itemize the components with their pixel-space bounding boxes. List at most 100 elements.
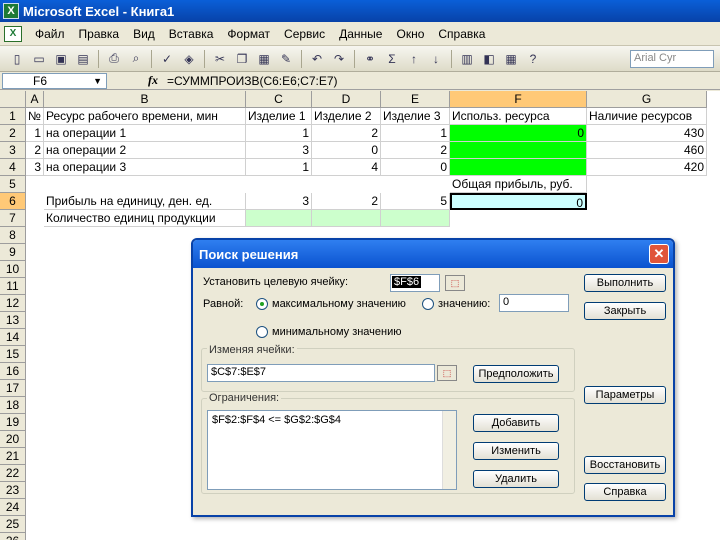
menu-tools[interactable]: Сервис	[277, 27, 332, 41]
row-header[interactable]: 14	[0, 329, 26, 346]
research-icon[interactable]: ◈	[180, 50, 198, 68]
change-constraint-button[interactable]: Изменить	[473, 442, 559, 460]
cell-f6-selected[interactable]: 0	[450, 193, 587, 210]
close-button[interactable]: Закрыть	[584, 302, 666, 320]
radio-min[interactable]	[256, 326, 268, 338]
row-header[interactable]: 5	[0, 176, 26, 193]
row-header[interactable]: 16	[0, 363, 26, 380]
cell-f1[interactable]: Использ. ресурса	[450, 108, 587, 125]
cell-b3[interactable]: на операции 2	[44, 142, 246, 159]
cut-icon[interactable]: ✂	[211, 50, 229, 68]
collapse-dialog-icon[interactable]: ⬚	[437, 365, 457, 381]
cell-g3[interactable]: 460	[587, 142, 707, 159]
cell-b2[interactable]: на операции 1	[44, 125, 246, 142]
row-header[interactable]: 15	[0, 346, 26, 363]
permission-icon[interactable]: ▤	[74, 50, 92, 68]
radio-value[interactable]	[422, 298, 434, 310]
column-header-a[interactable]: A	[26, 91, 44, 108]
cell-c6[interactable]: 3	[246, 193, 312, 210]
row-header[interactable]: 2	[0, 125, 26, 142]
radio-max-label[interactable]: максимальному значению	[272, 298, 406, 310]
print-icon[interactable]: ⎙	[105, 50, 123, 68]
cell-c2[interactable]: 1	[246, 125, 312, 142]
row-header[interactable]: 24	[0, 499, 26, 516]
new-icon[interactable]: ▯	[8, 50, 26, 68]
zoom-icon[interactable]: ▦	[502, 50, 520, 68]
column-header-b[interactable]: B	[44, 91, 246, 108]
row-header[interactable]: 13	[0, 312, 26, 329]
row-header[interactable]: 9	[0, 244, 26, 261]
cell-f5[interactable]: Общая прибыль, руб.	[450, 176, 587, 193]
format-painter-icon[interactable]: ✎	[277, 50, 295, 68]
cell-d6[interactable]: 2	[312, 193, 381, 210]
row-header[interactable]: 1	[0, 108, 26, 125]
constraint-item[interactable]: $F$2:$F$4 <= $G$2:$G$4	[212, 414, 452, 426]
row-header[interactable]: 22	[0, 465, 26, 482]
open-icon[interactable]: ▭	[30, 50, 48, 68]
menu-help[interactable]: Справка	[431, 27, 492, 41]
cell-d1[interactable]: Изделие 2	[312, 108, 381, 125]
redo-icon[interactable]: ↷	[330, 50, 348, 68]
menu-file[interactable]: Файл	[28, 27, 72, 41]
cell-d2[interactable]: 2	[312, 125, 381, 142]
help-icon[interactable]: ?	[524, 50, 542, 68]
sort-descending-icon[interactable]: ↓	[427, 50, 445, 68]
menu-view[interactable]: Вид	[126, 27, 162, 41]
row-header[interactable]: 7	[0, 210, 26, 227]
menu-edit[interactable]: Правка	[72, 27, 127, 41]
solve-button[interactable]: Выполнить	[584, 274, 666, 292]
radio-min-label[interactable]: минимальному значению	[272, 326, 402, 338]
row-header[interactable]: 8	[0, 227, 26, 244]
cell-b7[interactable]: Количество единиц продукции	[44, 210, 246, 227]
collapse-dialog-icon[interactable]: ⬚	[445, 275, 465, 291]
reset-all-button[interactable]: Восстановить	[584, 456, 666, 474]
column-header-c[interactable]: C	[246, 91, 312, 108]
guess-button[interactable]: Предположить	[473, 365, 559, 383]
cell-a4[interactable]: 3	[26, 159, 44, 176]
cell-c7[interactable]	[246, 210, 312, 227]
font-name-box[interactable]: Arial Cyr	[630, 49, 714, 68]
autosum-icon[interactable]: Σ	[383, 50, 401, 68]
row-header[interactable]: 21	[0, 448, 26, 465]
save-icon[interactable]: ▣	[52, 50, 70, 68]
cell-c4[interactable]: 1	[246, 159, 312, 176]
workbook-icon[interactable]: X	[4, 25, 22, 42]
help-button[interactable]: Справка	[584, 483, 666, 501]
cell-d3[interactable]: 0	[312, 142, 381, 159]
cell-g4[interactable]: 420	[587, 159, 707, 176]
column-header-f[interactable]: F	[450, 91, 587, 108]
undo-icon[interactable]: ↶	[308, 50, 326, 68]
cell-f4[interactable]	[450, 159, 587, 176]
row-header[interactable]: 25	[0, 516, 26, 533]
row-header[interactable]: 11	[0, 278, 26, 295]
cell-c3[interactable]: 3	[246, 142, 312, 159]
delete-constraint-button[interactable]: Удалить	[473, 470, 559, 488]
menu-format[interactable]: Формат	[220, 27, 277, 41]
radio-value-label[interactable]: значению:	[438, 298, 490, 310]
value-input[interactable]: 0	[499, 294, 569, 312]
cell-a3[interactable]: 2	[26, 142, 44, 159]
row-header[interactable]: 18	[0, 397, 26, 414]
radio-max[interactable]	[256, 298, 268, 310]
target-cell-input[interactable]: $F$6	[390, 274, 440, 292]
row-header[interactable]: 19	[0, 414, 26, 431]
menu-insert[interactable]: Вставка	[162, 27, 221, 41]
row-header[interactable]: 26	[0, 533, 26, 540]
cell-b1[interactable]: Ресурс рабочего времени, мин	[44, 108, 246, 125]
column-header-e[interactable]: E	[381, 91, 450, 108]
row-header[interactable]: 17	[0, 380, 26, 397]
name-box[interactable]: F6 ▼	[2, 72, 107, 89]
insert-function-icon[interactable]: fx	[143, 73, 163, 88]
column-header-d[interactable]: D	[312, 91, 381, 108]
add-constraint-button[interactable]: Добавить	[473, 414, 559, 432]
cell-a2[interactable]: 1	[26, 125, 44, 142]
paste-icon[interactable]: ▦	[255, 50, 273, 68]
cell-e4[interactable]: 0	[381, 159, 450, 176]
row-header[interactable]: 20	[0, 431, 26, 448]
cell-e7[interactable]	[381, 210, 450, 227]
cell-e2[interactable]: 1	[381, 125, 450, 142]
copy-icon[interactable]: ❐	[233, 50, 251, 68]
constraints-scrollbar[interactable]	[442, 411, 456, 489]
row-header[interactable]: 3	[0, 142, 26, 159]
cell-c1[interactable]: Изделие 1	[246, 108, 312, 125]
